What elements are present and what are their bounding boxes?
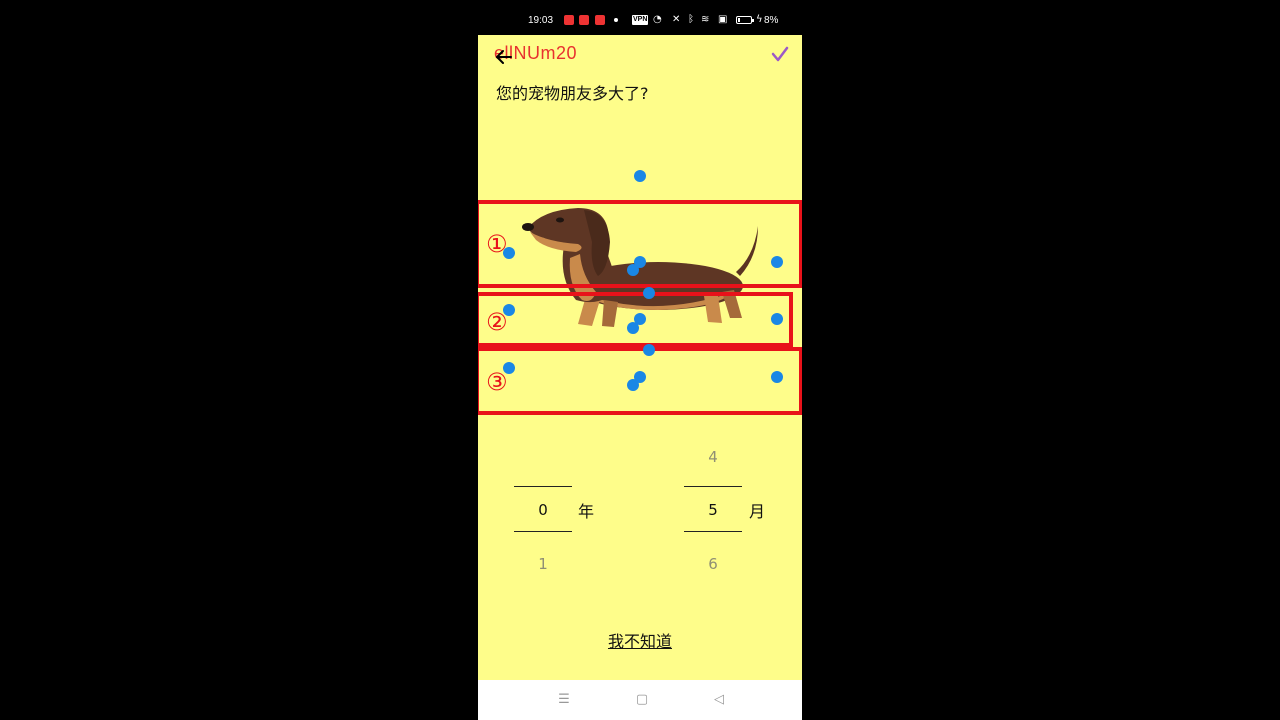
touch-marker [627, 322, 639, 334]
year-picker-divider-bottom [514, 531, 572, 532]
check-icon [771, 46, 789, 62]
square-home-icon[interactable]: ▢ [630, 690, 654, 710]
notification-icon [595, 15, 605, 25]
notification-icon [564, 15, 574, 25]
year-next-value[interactable]: 1 [514, 555, 572, 573]
arrow-left-icon [496, 50, 512, 64]
back-button[interactable] [492, 48, 516, 72]
page-question: 您的宠物朋友多大了? [496, 84, 649, 103]
touch-marker [627, 379, 639, 391]
year-picker-divider-top [514, 486, 572, 487]
bluetooth-icon: ᛒ [688, 14, 694, 25]
annotation-label-3: ③ [486, 368, 508, 396]
mute-icon: ✕ [672, 14, 681, 25]
touch-marker [771, 371, 783, 383]
system-nav-bar: ☰ ▢ ◁ [478, 680, 802, 720]
triangle-back-icon[interactable]: ◁ [707, 690, 731, 710]
notification-icon [579, 15, 589, 25]
year-current-value[interactable]: 0 [514, 501, 572, 519]
touch-marker [771, 313, 783, 325]
year-unit-label: 年 [578, 502, 595, 521]
status-time: 19:03 [528, 15, 554, 26]
battery-icon [736, 16, 754, 24]
month-unit-label: 月 [749, 502, 766, 521]
speed-icon: ◔ [653, 14, 662, 25]
annotation-box-1 [478, 200, 802, 288]
charging-icon: ϟ [756, 14, 763, 25]
month-picker-divider-top [684, 486, 742, 487]
month-prev-value[interactable]: 4 [684, 448, 742, 466]
month-picker-divider-bottom [684, 531, 742, 532]
status-bar: 19:03 VPN ◔ ✕ ᛒ ≋ ▣ ϟ 8% [478, 0, 802, 35]
menu-icon[interactable]: ☰ [552, 690, 576, 710]
month-next-value[interactable]: 6 [684, 555, 742, 573]
confirm-button[interactable] [768, 44, 792, 68]
touch-marker [643, 287, 655, 299]
touch-marker [634, 170, 646, 182]
sim-icon: ▣ [718, 14, 728, 25]
month-current-value[interactable]: 5 [684, 501, 742, 519]
wifi-icon: ≋ [701, 14, 710, 25]
touch-marker [503, 304, 515, 316]
more-notifications-icon [614, 18, 618, 22]
phone-screen: 19:03 VPN ◔ ✕ ᛒ ≋ ▣ ϟ 8% ellNUm20 您的宠物朋友… [478, 0, 802, 720]
touch-marker [503, 247, 515, 259]
touch-marker [643, 344, 655, 356]
vpn-icon: VPN [632, 15, 649, 25]
battery-percent: 8% [764, 15, 779, 26]
touch-marker [771, 256, 783, 268]
touch-marker [627, 264, 639, 276]
dont-know-link[interactable]: 我不知道 [478, 628, 802, 652]
touch-marker [503, 362, 515, 374]
